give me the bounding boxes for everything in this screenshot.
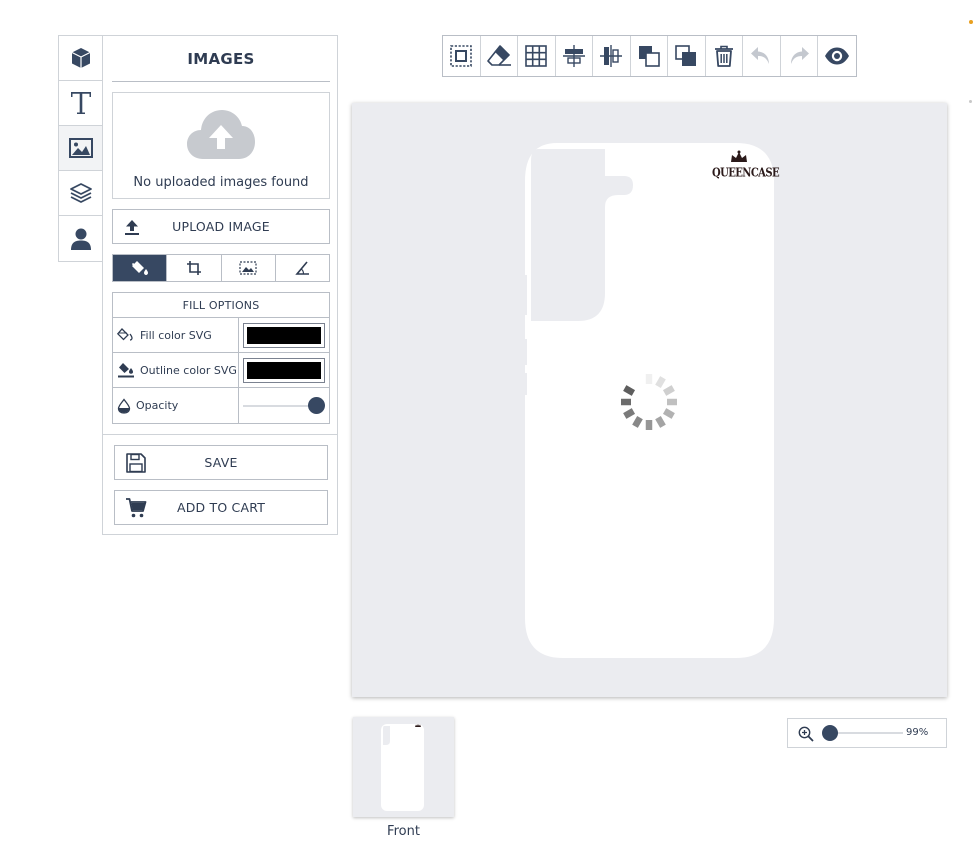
send-backward-icon bbox=[675, 45, 697, 66]
fill-color-icon bbox=[117, 328, 133, 341]
undo-icon bbox=[751, 47, 770, 64]
edge-indicator-secondary bbox=[969, 100, 972, 103]
edge-indicator bbox=[969, 20, 973, 24]
opacity-drop-icon bbox=[117, 397, 131, 414]
uploaded-images-area: No uploaded images found bbox=[112, 92, 330, 199]
grid-icon bbox=[525, 45, 548, 67]
preview-button[interactable] bbox=[818, 36, 856, 76]
loading-spinner bbox=[621, 374, 677, 430]
layers-icon bbox=[70, 183, 92, 203]
save-label: SAVE bbox=[204, 455, 238, 470]
user-icon bbox=[71, 228, 91, 250]
design-canvas[interactable]: QUEENCASE bbox=[352, 103, 947, 697]
cloud-upload-icon bbox=[187, 110, 255, 159]
add-to-cart-button[interactable]: ADD TO CART bbox=[114, 490, 328, 525]
tab-account[interactable] bbox=[59, 216, 103, 261]
panel-title: IMAGES bbox=[112, 36, 330, 82]
fill-options-header: FILL OPTIONS bbox=[113, 293, 329, 318]
view-label-front: Front bbox=[387, 824, 420, 839]
crown-icon bbox=[731, 150, 747, 162]
select-frame-button[interactable] bbox=[443, 36, 481, 76]
opacity-label: Opacity bbox=[136, 399, 179, 412]
fill-color-picker[interactable] bbox=[243, 322, 325, 348]
image-icon bbox=[69, 138, 93, 158]
cart-icon bbox=[126, 497, 147, 517]
paint-bucket-icon bbox=[131, 261, 148, 275]
upload-image-button[interactable]: UPLOAD IMAGE bbox=[112, 209, 330, 244]
editor-toolbar bbox=[442, 35, 857, 77]
opacity-row: Opacity bbox=[113, 388, 329, 423]
select-frame-icon bbox=[450, 45, 473, 67]
fill-options-table: FILL OPTIONS Fill color SVG Outline colo… bbox=[112, 292, 330, 424]
delete-button[interactable] bbox=[706, 36, 743, 76]
bring-forward-icon bbox=[638, 46, 660, 67]
align-horizontal-center-button[interactable] bbox=[556, 36, 593, 76]
image-tool-tabs bbox=[112, 254, 330, 282]
eraser-button[interactable] bbox=[481, 36, 518, 76]
tool-tabs bbox=[58, 35, 103, 262]
tab-images[interactable] bbox=[59, 126, 103, 171]
zoom-slider-handle[interactable] bbox=[822, 725, 838, 741]
outline-color-icon bbox=[118, 363, 134, 378]
opacity-slider-handle[interactable] bbox=[308, 396, 325, 414]
opacity-slider[interactable] bbox=[243, 395, 325, 417]
zoom-control: 99% bbox=[787, 718, 947, 748]
fill-color-swatch bbox=[247, 326, 321, 344]
trash-icon bbox=[714, 45, 733, 67]
tab-layers[interactable] bbox=[59, 171, 103, 216]
image-mask-icon bbox=[239, 261, 257, 275]
tab-angle[interactable] bbox=[276, 255, 329, 281]
cube-icon bbox=[71, 48, 91, 68]
outline-color-label: Outline color SVG bbox=[140, 363, 237, 377]
tab-text[interactable] bbox=[59, 81, 103, 126]
grid-button[interactable] bbox=[518, 36, 556, 76]
angle-icon bbox=[295, 261, 310, 275]
upload-icon bbox=[125, 219, 139, 235]
upload-image-label: UPLOAD IMAGE bbox=[172, 219, 270, 234]
crop-icon bbox=[186, 261, 201, 275]
floppy-disk-icon bbox=[126, 452, 146, 473]
fill-color-label: Fill color SVG bbox=[140, 328, 212, 342]
redo-button[interactable] bbox=[781, 36, 818, 76]
tab-products[interactable] bbox=[59, 36, 103, 81]
align-vertical-center-icon bbox=[600, 45, 623, 67]
save-button[interactable]: SAVE bbox=[114, 445, 328, 480]
fill-color-row: Fill color SVG bbox=[113, 318, 329, 353]
bring-forward-button[interactable] bbox=[631, 36, 668, 76]
eraser-icon bbox=[486, 45, 511, 66]
images-panel: IMAGES No uploaded images found UPLOAD I… bbox=[102, 35, 338, 535]
redo-icon bbox=[790, 47, 809, 64]
outline-color-swatch bbox=[247, 361, 321, 379]
thumbnail-preview bbox=[381, 724, 424, 811]
view-thumbnail-front[interactable] bbox=[353, 717, 454, 817]
tab-mask[interactable] bbox=[222, 255, 276, 281]
zoom-in-icon[interactable] bbox=[798, 726, 814, 742]
outline-color-picker[interactable] bbox=[243, 357, 325, 383]
eye-icon bbox=[824, 47, 849, 65]
text-icon bbox=[71, 92, 91, 114]
align-horizontal-center-icon bbox=[562, 45, 585, 67]
zoom-value: 99% bbox=[906, 727, 929, 738]
brand-logo-text: QUEENCASE bbox=[712, 166, 780, 181]
tab-crop[interactable] bbox=[167, 255, 222, 281]
outline-color-row: Outline color SVG bbox=[113, 353, 329, 388]
add-to-cart-label: ADD TO CART bbox=[176, 500, 266, 515]
tab-fill-options[interactable] bbox=[113, 255, 168, 281]
send-backward-button[interactable] bbox=[668, 36, 706, 76]
undo-button[interactable] bbox=[743, 36, 781, 76]
brand-logo: QUEENCASE bbox=[712, 149, 780, 181]
no-images-message: No uploaded images found bbox=[133, 175, 309, 190]
opacity-slider-track bbox=[243, 404, 317, 407]
panel-divider bbox=[103, 434, 337, 435]
align-vertical-center-button[interactable] bbox=[593, 36, 631, 76]
